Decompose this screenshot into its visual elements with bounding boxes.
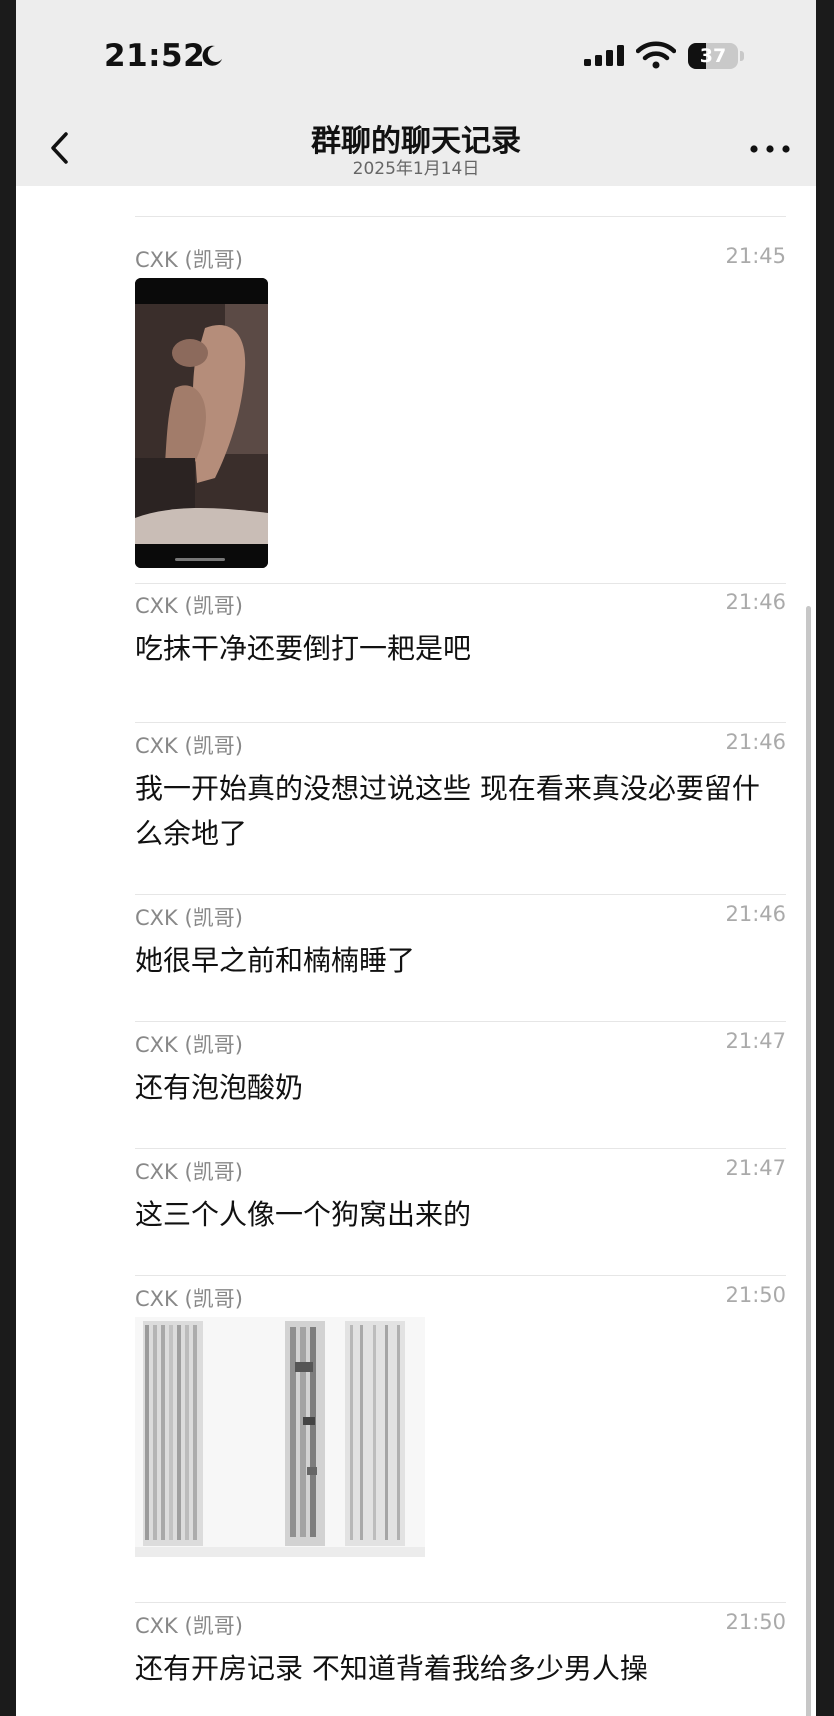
message-time: 21:46 (725, 590, 786, 614)
message-sender: CXK (凯哥) (135, 1033, 243, 1057)
divider (135, 1275, 786, 1276)
image-thumbnail[interactable] (135, 1317, 425, 1557)
battery-tip (740, 51, 744, 61)
message-text: 还有开房记录 不知道背着我给多少男人操 (135, 1652, 648, 1685)
battery-icon: 37 (688, 43, 738, 69)
video-thumbnail[interactable] (135, 278, 268, 568)
message-time: 21:47 (725, 1029, 786, 1053)
message-item: CXK (凯哥) 21:45 (135, 244, 786, 574)
signal-icon (584, 45, 624, 66)
message-time: 21:50 (725, 1283, 786, 1307)
message-item: CXK (凯哥) 21:46 我一开始真的没想过说这些 现在看来真没必要留什么余… (135, 730, 786, 880)
message-item: CXK (凯哥) 21:46 吃抹干净还要倒打一耙是吧 (135, 590, 786, 700)
message-time: 21:45 (725, 244, 786, 268)
message-text: 我一开始真的没想过说这些 现在看来真没必要留什么余地了 (135, 772, 760, 850)
record-list-image (135, 1317, 425, 1557)
message-time: 21:46 (725, 902, 786, 926)
page-date: 2025年1月14日 (352, 159, 480, 179)
message-sender: CXK (凯哥) (135, 734, 243, 758)
nav-bar: 群聊的聊天记录 2025年1月14日 (16, 110, 816, 186)
battery-level: 37 (699, 45, 727, 67)
divider (135, 1021, 786, 1022)
divider (135, 722, 786, 723)
message-text: 这三个人像一个狗窝出来的 (135, 1198, 472, 1231)
message-sender: CXK (凯哥) (135, 1160, 243, 1184)
message-item: CXK (凯哥) 21:50 (135, 1283, 786, 1573)
divider (135, 894, 786, 895)
message-sender: CXK (凯哥) (135, 248, 243, 272)
message-item: CXK (凯哥) 21:50 还有开房记录 不知道背着我给多少男人操 (135, 1610, 786, 1716)
message-text: 她很早之前和楠楠睡了 (135, 944, 416, 977)
divider (135, 583, 786, 584)
message-sender: CXK (凯哥) (135, 906, 243, 930)
message-time: 21:46 (725, 730, 786, 754)
message-sender: CXK (凯哥) (135, 594, 243, 618)
message-sender: CXK (凯哥) (135, 1287, 243, 1311)
more-icon[interactable] (744, 132, 800, 166)
message-text: 吃抹干净还要倒打一耙是吧 (135, 632, 472, 665)
divider (135, 1602, 786, 1603)
moon-icon (202, 45, 222, 66)
message-list[interactable]: CXK (凯哥) 21:45 CXK (凯哥) 21:46 吃抹干净还要倒打一耙… (16, 186, 816, 1716)
message-sender: CXK (凯哥) (135, 1614, 243, 1638)
message-item: CXK (凯哥) 21:47 这三个人像一个狗窝出来的 (135, 1156, 786, 1266)
status-bar: 21:52 37 (16, 0, 816, 110)
message-item: CXK (凯哥) 21:46 她很早之前和楠楠睡了 (135, 902, 786, 1012)
message-item: CXK (凯哥) 21:47 还有泡泡酸奶 (135, 1029, 786, 1139)
scrollbar[interactable] (806, 606, 811, 1716)
message-text: 还有泡泡酸奶 (135, 1071, 304, 1104)
wifi-icon (636, 41, 676, 69)
divider (135, 1148, 786, 1149)
status-time: 21:52 (104, 38, 206, 74)
chat-history-screen: 21:52 37 群聊的聊天记录 2025年1月14日 CXK (凯哥) 21:… (16, 0, 816, 1716)
message-time: 21:50 (725, 1610, 786, 1634)
message-time: 21:47 (725, 1156, 786, 1180)
video-preview-image (135, 278, 268, 568)
divider (135, 216, 786, 217)
